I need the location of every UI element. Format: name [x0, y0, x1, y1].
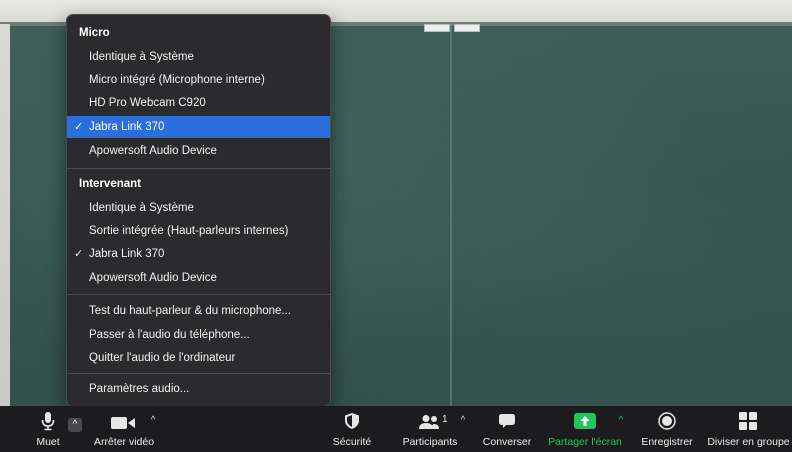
menu-item-label: Quitter l'audio de l'ordinateur [89, 352, 236, 364]
menu-item-mic-system[interactable]: Identique à Système [67, 46, 330, 68]
video-camera-icon [111, 417, 135, 429]
menu-item-label: Identique à Système [89, 202, 194, 214]
share-screen-button[interactable]: Partager l'écran [544, 406, 626, 452]
menu-item-label: Jabra Link 370 [89, 121, 165, 133]
menu-item-label: Paramètres audio... [89, 383, 190, 395]
menu-item-audio-settings[interactable]: Paramètres audio... [67, 378, 330, 400]
video-left-strip [0, 24, 10, 406]
chat-button[interactable]: Converser [478, 406, 536, 452]
menu-item-speaker-internal[interactable]: Sortie intégrée (Haut-parleurs internes) [67, 220, 330, 242]
menu-separator [67, 294, 330, 295]
menu-item-mic-jabra[interactable]: ✓ Jabra Link 370 [67, 116, 330, 138]
menu-item-test-audio[interactable]: Test du haut-parleur & du microphone... [67, 300, 330, 322]
checkmark-icon: ✓ [74, 248, 84, 260]
participants-options-caret[interactable]: ^ [456, 414, 470, 428]
menu-item-label: Passer à l'audio du téléphone... [89, 329, 250, 341]
menu-header-micro: Micro [79, 27, 110, 39]
menu-item-label: Apowersoft Audio Device [89, 272, 217, 284]
record-icon [658, 412, 676, 430]
breakout-rooms-label: Diviser en groupe [707, 436, 790, 448]
board-magnet [454, 24, 480, 32]
security-label: Sécurité [332, 436, 372, 448]
chat-bubble-icon [499, 414, 515, 428]
breakout-rooms-icon [739, 412, 757, 430]
breakout-rooms-button[interactable]: Diviser en groupe [705, 406, 792, 452]
menu-item-mic-webcam[interactable]: HD Pro Webcam C920 [67, 92, 330, 114]
board-seam [450, 24, 452, 406]
security-button[interactable]: Sécurité [322, 406, 382, 452]
menu-item-label: Micro intégré (Microphone interne) [89, 74, 265, 86]
participants-icon [419, 415, 439, 429]
menu-item-phone-audio[interactable]: Passer à l'audio du téléphone... [67, 324, 330, 346]
participants-count: 1 [442, 414, 448, 425]
share-options-caret[interactable]: ^ [614, 414, 628, 428]
menu-item-leave-audio[interactable]: Quitter l'audio de l'ordinateur [67, 347, 330, 369]
stop-video-button[interactable]: Arrêter vidéo [88, 406, 160, 452]
menu-separator [67, 373, 330, 374]
record-label: Enregistrer [641, 436, 693, 448]
menu-item-speaker-jabra[interactable]: ✓ Jabra Link 370 [67, 243, 330, 265]
audio-menu: Micro Identique à Système Micro intégré … [66, 14, 331, 407]
menu-item-mic-apowersoft[interactable]: Apowersoft Audio Device [67, 140, 330, 162]
record-button[interactable]: Enregistrer [636, 406, 698, 452]
menu-separator [67, 168, 330, 169]
mute-button[interactable]: Muet [28, 406, 68, 452]
menu-header-intervenant: Intervenant [79, 178, 141, 190]
video-options-caret[interactable]: ^ [146, 414, 160, 428]
stop-video-label: Arrêter vidéo [93, 436, 155, 448]
share-screen-icon [574, 413, 596, 429]
microphone-icon [41, 412, 55, 431]
audio-options-caret[interactable]: ^ [68, 418, 82, 432]
meeting-toolbar: Muet ^ Arrêter vidéo ^ Sécurité 1 Partic… [0, 406, 792, 452]
participants-button[interactable]: 1 Participants [398, 406, 462, 452]
menu-item-label: Sortie intégrée (Haut-parleurs internes) [89, 225, 289, 237]
menu-item-label: Apowersoft Audio Device [89, 145, 217, 157]
menu-item-label: Identique à Système [89, 51, 194, 63]
menu-item-label: Jabra Link 370 [89, 248, 165, 260]
shield-icon [345, 413, 359, 429]
mute-label: Muet [36, 436, 60, 448]
participants-label: Participants [402, 436, 458, 448]
menu-item-speaker-apowersoft[interactable]: Apowersoft Audio Device [67, 267, 330, 289]
menu-item-speaker-system[interactable]: Identique à Système [67, 197, 330, 219]
menu-item-label: Test du haut-parleur & du microphone... [89, 305, 292, 317]
menu-item-label: HD Pro Webcam C920 [89, 97, 206, 109]
menu-item-mic-internal[interactable]: Micro intégré (Microphone interne) [67, 69, 330, 91]
chat-label: Converser [482, 436, 532, 448]
share-screen-label: Partager l'écran [548, 436, 622, 448]
checkmark-icon: ✓ [74, 121, 84, 133]
board-magnet [424, 24, 450, 32]
